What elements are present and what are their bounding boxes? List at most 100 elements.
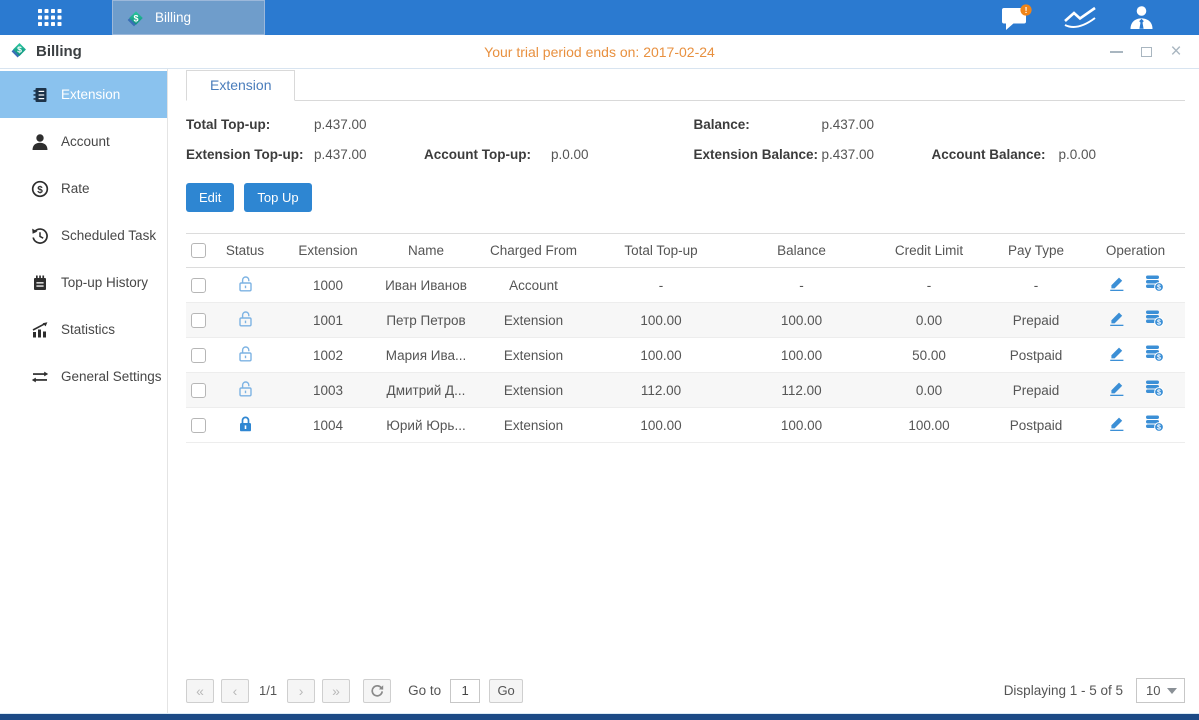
go-button[interactable]: Go bbox=[489, 679, 523, 703]
account-icon bbox=[30, 133, 49, 151]
general-settings-icon bbox=[30, 368, 49, 386]
sidebar-item-label: Rate bbox=[61, 181, 90, 196]
cell-name: Дмитрий Д... bbox=[376, 373, 476, 408]
first-page-button[interactable]: « bbox=[186, 679, 214, 703]
cell-balance: 100.00 bbox=[731, 303, 872, 338]
cell-balance: 100.00 bbox=[731, 338, 872, 373]
sidebar-item-extension[interactable]: Extension bbox=[0, 71, 167, 118]
last-page-button[interactable]: » bbox=[322, 679, 350, 703]
column-header-pay-type: Pay Type bbox=[986, 234, 1086, 268]
refresh-button[interactable] bbox=[363, 679, 391, 703]
top-up-row-icon[interactable]: $ bbox=[1145, 310, 1164, 327]
cell-total-topup: 100.00 bbox=[591, 303, 731, 338]
statistics-chart-icon[interactable] bbox=[1062, 5, 1098, 30]
sidebar-item-statistics[interactable]: Statistics bbox=[0, 306, 167, 353]
top-up-row-icon[interactable]: $ bbox=[1145, 275, 1164, 292]
displaying-status: Displaying 1 - 5 of 5 bbox=[1004, 683, 1123, 698]
status-unlocked-icon bbox=[237, 351, 254, 366]
desktop-edge bbox=[0, 713, 1199, 720]
cell-total-topup: 112.00 bbox=[591, 373, 731, 408]
column-header-charged-from: Charged From bbox=[476, 234, 591, 268]
prev-page-button[interactable]: ‹ bbox=[221, 679, 249, 703]
sidebar-item-label: Account bbox=[61, 134, 110, 149]
select-all-checkbox[interactable] bbox=[191, 243, 206, 258]
sidebar-item-general-settings[interactable]: General Settings bbox=[0, 353, 167, 400]
sidebar-item-scheduled-task[interactable]: Scheduled Task bbox=[0, 212, 167, 259]
cell-balance: - bbox=[731, 268, 872, 303]
cell-credit-limit: 0.00 bbox=[872, 303, 986, 338]
taskbar-tab-label: Billing bbox=[155, 10, 191, 25]
cell-pay-type: Postpaid bbox=[986, 338, 1086, 373]
row-checkbox[interactable] bbox=[191, 278, 206, 293]
table-row: 1003 Дмитрий Д... Extension 112.00 112.0… bbox=[186, 373, 1185, 408]
next-page-button[interactable]: › bbox=[287, 679, 315, 703]
column-header-name: Name bbox=[376, 234, 476, 268]
close-icon[interactable]: × bbox=[1169, 45, 1183, 59]
row-checkbox[interactable] bbox=[191, 348, 206, 363]
balance-label: Balance: bbox=[694, 117, 822, 132]
sidebar: Extension Account $ Rate bbox=[0, 69, 168, 713]
row-checkbox[interactable] bbox=[191, 383, 206, 398]
sidebar-item-label: Extension bbox=[61, 87, 120, 102]
cell-charged-from: Account bbox=[476, 268, 591, 303]
edit-row-icon[interactable] bbox=[1108, 415, 1125, 432]
goto-page-input[interactable] bbox=[450, 679, 480, 703]
edit-row-icon[interactable] bbox=[1108, 345, 1125, 362]
tab-extension[interactable]: Extension bbox=[186, 70, 295, 101]
edit-row-icon[interactable] bbox=[1108, 275, 1125, 292]
total-topup-value: p.437.00 bbox=[314, 117, 424, 132]
column-header-total-topup: Total Top-up bbox=[591, 234, 731, 268]
taskbar-tab-billing[interactable]: $ Billing bbox=[112, 0, 265, 35]
row-checkbox[interactable] bbox=[191, 313, 206, 328]
status-unlocked-icon bbox=[237, 316, 254, 331]
cell-extension: 1001 bbox=[280, 303, 376, 338]
column-header-operation: Operation bbox=[1086, 234, 1185, 268]
cell-extension: 1000 bbox=[280, 268, 376, 303]
statistics-icon bbox=[30, 321, 49, 339]
cell-pay-type: Postpaid bbox=[986, 408, 1086, 443]
edit-row-icon[interactable] bbox=[1108, 310, 1125, 327]
sidebar-item-rate[interactable]: $ Rate bbox=[0, 165, 167, 212]
top-up-row-icon[interactable]: $ bbox=[1145, 415, 1164, 432]
svg-text:$: $ bbox=[1157, 425, 1161, 432]
sidebar-item-label: General Settings bbox=[61, 369, 162, 384]
notifications-icon[interactable]: ! bbox=[1001, 4, 1032, 31]
top-up-row-icon[interactable]: $ bbox=[1145, 345, 1164, 362]
chevron-down-icon bbox=[1167, 688, 1177, 694]
extension-icon bbox=[30, 86, 49, 104]
extension-topup-label: Extension Top-up: bbox=[186, 147, 314, 162]
column-header-status: Status bbox=[210, 234, 280, 268]
cell-pay-type: Prepaid bbox=[986, 373, 1086, 408]
minimize-icon[interactable] bbox=[1109, 45, 1123, 59]
cell-balance: 112.00 bbox=[731, 373, 872, 408]
status-unlocked-icon bbox=[237, 386, 254, 401]
pagination-bar: « ‹ 1/1 › » Go to Go Displaying 1 - 5 of… bbox=[186, 678, 1185, 703]
column-header-credit-limit: Credit Limit bbox=[872, 234, 986, 268]
edit-button[interactable]: Edit bbox=[186, 183, 234, 212]
maximize-icon[interactable] bbox=[1139, 45, 1153, 59]
table-row: 1000 Иван Иванов Account - - - - $ bbox=[186, 268, 1185, 303]
app-launcher-icon[interactable] bbox=[38, 9, 62, 26]
svg-text:$: $ bbox=[133, 13, 138, 23]
cell-name: Иван Иванов bbox=[376, 268, 476, 303]
page-size-select[interactable]: 10 bbox=[1136, 678, 1185, 703]
cell-name: Мария Ива... bbox=[376, 338, 476, 373]
top-up-button[interactable]: Top Up bbox=[244, 183, 311, 212]
status-locked-icon bbox=[237, 421, 254, 436]
cell-charged-from: Extension bbox=[476, 373, 591, 408]
cell-extension: 1004 bbox=[280, 408, 376, 443]
extension-topup-value: p.437.00 bbox=[314, 147, 424, 162]
balance-value: p.437.00 bbox=[822, 117, 932, 132]
sidebar-item-topup-history[interactable]: Top-up History bbox=[0, 259, 167, 306]
window-title: Billing bbox=[36, 43, 82, 60]
cell-pay-type: - bbox=[986, 268, 1086, 303]
user-account-icon[interactable] bbox=[1128, 4, 1155, 31]
sidebar-item-account[interactable]: Account bbox=[0, 118, 167, 165]
edit-row-icon[interactable] bbox=[1108, 380, 1125, 397]
cell-name: Юрий Юрь... bbox=[376, 408, 476, 443]
extension-balance-value: p.437.00 bbox=[822, 147, 932, 162]
account-balance-label: Account Balance: bbox=[932, 147, 1059, 162]
top-up-row-icon[interactable]: $ bbox=[1145, 380, 1164, 397]
row-checkbox[interactable] bbox=[191, 418, 206, 433]
rate-icon: $ bbox=[30, 180, 49, 198]
